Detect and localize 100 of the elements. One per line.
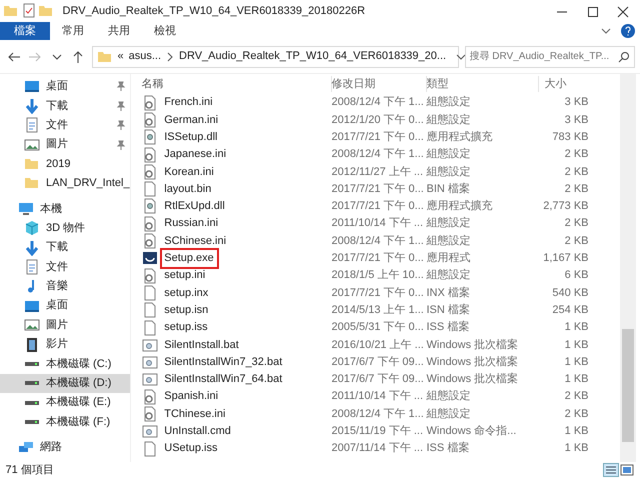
window-title: DRV_Audio_Realtek_TP_W10_64_VER6018339_20180226R [62, 4, 366, 19]
table-cell-text: 2 KB [564, 389, 588, 404]
sidebar-item[interactable]: 影片 [0, 334, 130, 354]
picture-icon [24, 136, 40, 153]
batch-file-icon [142, 354, 158, 370]
column-header[interactable]: 名稱 [136, 76, 332, 92]
file-name[interactable]: SilentInstallWin7_64.bat [162, 371, 286, 388]
table-cell-text: 2012/11/27 上午 ... [332, 164, 424, 180]
table-cell-text: Windows 批次檔案 [426, 354, 520, 370]
drive-icon [25, 420, 39, 424]
desktop-icon [24, 78, 40, 94]
drive-icon [25, 362, 39, 366]
table-cell-text: 2018/1/5 上午 10... [332, 268, 425, 284]
table-cell-text: 1,167 KB [542, 251, 588, 266]
setup-icon [142, 250, 158, 266]
scrollbar[interactable] [620, 74, 636, 462]
table-cell-text: 2017/7/21 下午 0... [332, 199, 425, 214]
file-name[interactable]: layout.bin [162, 180, 214, 198]
table-cell-text: 2011/10/14 下午 ... [332, 389, 424, 404]
search-field[interactable]: 搜尋 DRV_Audio_Realtek_TP... [464, 46, 634, 68]
table-cell-text: Windows 批次檔案 [426, 372, 520, 388]
column-header[interactable]: 大小 [538, 76, 588, 92]
file-name[interactable]: Korean.ini [162, 164, 217, 180]
document-icon [24, 117, 40, 134]
file-name[interactable]: USetup.iss [162, 440, 220, 457]
sidebar-item[interactable]: 音樂 [0, 276, 130, 296]
sidebar-item[interactable]: 文件 [0, 257, 130, 277]
table-cell-text: 2,773 KB [542, 199, 588, 214]
file-name[interactable]: SilentInstall.bat [162, 336, 242, 354]
file-name[interactable]: ISSetup.dll [162, 128, 220, 146]
sidebar-item[interactable]: 3D 物件 [0, 218, 130, 238]
sidebar-item[interactable]: 2019 [0, 154, 130, 174]
sidebar-item[interactable]: 下載 [0, 238, 130, 258]
file-name[interactable]: SilentInstallWin7_32.bat [162, 354, 286, 370]
sidebar-item[interactable]: 本機磁碟 (C:) [0, 354, 130, 374]
table-cell-text: 應用程式擴充 [426, 130, 494, 145]
breadcrumb[interactable]: DRV_Audio_Realtek_TP_W10_64_VER6018339_20... [179, 48, 446, 65]
sidebar-item[interactable]: 本機磁碟 (E:) [0, 393, 130, 412]
file-name[interactable]: TChinese.ini [162, 406, 228, 422]
table-cell-text: 2008/12/4 下午 1... [332, 406, 425, 422]
settings-file-icon [142, 268, 158, 284]
drive-icon [25, 400, 39, 405]
blank-file-icon [142, 302, 158, 318]
table-cell-text: 1 KB [564, 338, 588, 353]
file-name[interactable]: Spanish.ini [162, 388, 221, 405]
breadcrumb[interactable]: asus... [128, 48, 162, 65]
table-cell-text: 2017/7/21 下午 0... [332, 130, 425, 145]
table-cell-text: 組態設定 [426, 406, 472, 422]
settings-file-icon [142, 388, 158, 405]
batch-file-icon [142, 423, 158, 440]
ribbon-tab[interactable]: 檔案 [0, 22, 50, 40]
sidebar-item[interactable]: 桌面 [0, 296, 130, 316]
sidebar-item[interactable]: 網路 [0, 438, 130, 458]
sidebar-item[interactable]: LAN_DRV_Intel_ [0, 174, 130, 194]
overflow-chevron[interactable]: « [118, 48, 124, 65]
sidebar-item[interactable]: 下載 [0, 96, 130, 116]
file-name[interactable]: French.ini [162, 94, 216, 111]
sidebar-item[interactable]: 本機磁碟 (D:) [0, 374, 130, 393]
ribbon-tab[interactable]: 常用 [50, 22, 96, 40]
sidebar-item[interactable]: 本機 [0, 199, 130, 218]
table-cell-text: Windows 命令指... [426, 424, 518, 440]
gear-file-icon [142, 198, 158, 214]
sidebar-item[interactable]: 圖片 [0, 315, 130, 335]
table-cell-text: BIN 檔案 [426, 182, 471, 197]
film-icon [24, 336, 40, 353]
table-cell-text: 2 KB [564, 216, 588, 232]
file-name[interactable]: Russian.ini [162, 215, 221, 232]
table-cell-text: 3 KB [564, 112, 588, 128]
sidebar-item[interactable]: 本機磁碟 (F:) [0, 412, 130, 432]
picture-icon [24, 317, 40, 334]
table-cell-text: 組態設定 [426, 216, 472, 232]
ribbon-tab[interactable]: 共用 [96, 22, 142, 40]
file-name[interactable]: Setup.exe [162, 250, 217, 267]
file-name[interactable]: setup.iss [162, 319, 210, 336]
thumbnail-view-icon [618, 463, 634, 477]
column-header[interactable]: 類型 [426, 76, 538, 92]
batch-file-icon [142, 371, 158, 388]
file-name[interactable]: UnInstall.cmd [162, 423, 234, 440]
file-name[interactable]: SChinese.ini [162, 232, 229, 250]
file-name[interactable]: setup.isn [162, 302, 212, 318]
file-name[interactable]: setup.ini [162, 267, 208, 284]
down-arrow-icon [24, 98, 40, 114]
table-cell-text: 2008/12/4 下午 1... [332, 147, 425, 162]
file-name[interactable]: German.ini [162, 112, 221, 128]
computer-icon [18, 200, 34, 217]
file-name[interactable]: RtlExUpd.dll [162, 198, 228, 215]
sidebar-item[interactable]: 桌面 [0, 76, 130, 96]
table-cell-text: 組態設定 [426, 388, 472, 404]
sidebar-item[interactable]: 圖片 [0, 134, 130, 154]
ribbon-tab[interactable]: 檢視 [142, 22, 188, 40]
table-cell-text: 2017/7/21 下午 0... [332, 251, 425, 266]
file-name[interactable]: setup.inx [162, 284, 212, 302]
sidebar-item[interactable]: 文件 [0, 116, 130, 135]
table-cell-text: 組態設定 [426, 234, 472, 249]
table-cell-text: 2017/6/7 下午 09... [332, 372, 425, 388]
file-name[interactable]: Japanese.ini [162, 146, 229, 163]
maximize-icon [586, 6, 598, 18]
table-cell-text: 1 KB [564, 424, 588, 440]
column-header[interactable]: 修改日期 [332, 76, 426, 92]
settings-file-icon [142, 216, 158, 232]
